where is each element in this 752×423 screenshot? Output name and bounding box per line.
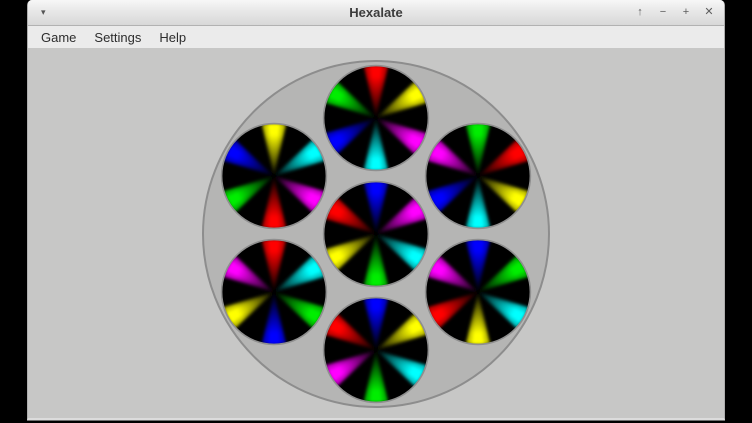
disc-bottom-left[interactable] bbox=[220, 238, 328, 346]
disc-top-right[interactable] bbox=[424, 122, 532, 230]
disc-center[interactable] bbox=[322, 180, 430, 288]
minimize-icon: − bbox=[660, 7, 666, 18]
menu-game[interactable]: Game bbox=[32, 28, 85, 47]
color-wheel bbox=[322, 296, 430, 404]
shade-icon: ↑ bbox=[637, 7, 643, 18]
window-title: Hexalate bbox=[28, 0, 724, 25]
menu-help[interactable]: Help bbox=[150, 28, 195, 47]
disc-top-left[interactable] bbox=[220, 122, 328, 230]
color-wheel bbox=[322, 180, 430, 288]
disc-bottom[interactable] bbox=[322, 296, 430, 404]
titlebar[interactable]: ▾ Hexalate ↑ − + ✕ bbox=[28, 0, 724, 26]
shade-button[interactable]: ↑ bbox=[633, 5, 647, 20]
color-wheel bbox=[424, 238, 532, 346]
maximize-button[interactable]: + bbox=[679, 5, 693, 20]
menubar: Game Settings Help bbox=[28, 26, 724, 49]
color-wheel bbox=[220, 122, 328, 230]
window-controls: ↑ − + ✕ bbox=[633, 0, 716, 25]
maximize-icon: + bbox=[683, 7, 689, 18]
color-wheel bbox=[220, 238, 328, 346]
close-icon: ✕ bbox=[704, 7, 713, 18]
minimize-button[interactable]: − bbox=[656, 5, 670, 20]
app-window: ▾ Hexalate ↑ − + ✕ Game Settings Help bbox=[27, 0, 725, 420]
menu-settings[interactable]: Settings bbox=[85, 28, 150, 47]
game-canvas bbox=[28, 48, 724, 418]
close-button[interactable]: ✕ bbox=[702, 5, 716, 20]
disc-bottom-right[interactable] bbox=[424, 238, 532, 346]
disc-top[interactable] bbox=[322, 64, 430, 172]
color-wheel bbox=[424, 122, 532, 230]
color-wheel bbox=[322, 64, 430, 172]
